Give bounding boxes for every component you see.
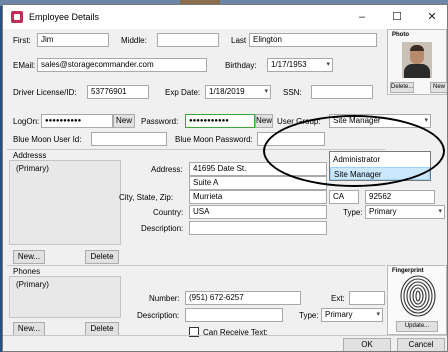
middle-name-label: Middle: xyxy=(121,36,147,45)
state-input[interactable]: CA xyxy=(329,190,359,204)
last-name-label: Last xyxy=(231,36,247,45)
address-label: Address: xyxy=(151,165,183,174)
ok-button[interactable]: OK xyxy=(343,338,391,351)
address-list-item[interactable]: (Primary) xyxy=(16,164,114,173)
first-name-label: First: xyxy=(13,36,31,45)
birthday-label: Birthday: xyxy=(225,61,257,70)
phone-number-label: Number: xyxy=(149,294,180,303)
license-label: Driver License/ID: xyxy=(13,88,77,97)
fingerprint-panel: Fingerprint Update... xyxy=(387,265,447,335)
employee-details-window: Employee Details – ☐ ✕ First: Jim Middle… xyxy=(2,4,448,352)
window-title: Employee Details xyxy=(29,12,100,22)
address-type-label: Type: xyxy=(343,208,363,217)
annotation-circle xyxy=(263,115,445,187)
address-type-select[interactable]: Primary ▾ xyxy=(365,205,445,219)
title-bar: Employee Details – ☐ ✕ xyxy=(3,5,447,29)
city-state-zip-label: City, State, Zip: xyxy=(119,193,174,202)
bluemoon-userid-label: Blue Moon User Id: xyxy=(13,135,82,144)
photo-new-button[interactable]: New xyxy=(430,82,447,93)
address-delete-button[interactable]: Delete xyxy=(85,250,119,264)
chevron-down-icon: ▾ xyxy=(326,61,330,68)
address-section-title: Addresss xyxy=(13,151,47,160)
first-name-input[interactable]: Jim xyxy=(37,33,109,47)
phone-description-label: Description: xyxy=(137,311,180,320)
last-name-input[interactable]: Elington xyxy=(249,33,377,47)
phone-number-input[interactable]: (951) 672-6257 xyxy=(185,291,301,305)
exp-date-label: Exp Date: xyxy=(165,88,201,97)
app-icon xyxy=(11,11,23,23)
chevron-down-icon: ▾ xyxy=(438,208,442,215)
fingerprint-icon xyxy=(400,275,436,317)
phone-new-button[interactable]: New... xyxy=(13,322,45,336)
employee-photo xyxy=(402,42,432,78)
chevron-down-icon: ▾ xyxy=(376,311,380,318)
middle-name-input[interactable] xyxy=(157,33,219,47)
password-new-button[interactable]: New xyxy=(255,114,273,128)
photo-panel: Photo Delete... New xyxy=(387,29,447,95)
email-input[interactable]: sales@storagecommander.com xyxy=(37,58,207,72)
maximize-button[interactable]: ☐ xyxy=(388,9,406,25)
address-list[interactable]: (Primary) xyxy=(9,160,121,245)
phone-type-select[interactable]: Primary ▾ xyxy=(321,308,383,322)
chevron-down-icon: ▾ xyxy=(424,117,428,124)
chevron-down-icon: ▾ xyxy=(264,88,268,95)
photo-label: Photo xyxy=(392,32,409,38)
phone-ext-input[interactable] xyxy=(349,291,385,305)
photo-delete-button[interactable]: Delete... xyxy=(390,82,414,93)
exp-date-value: 1/18/2019 xyxy=(209,87,245,96)
phone-ext-label: Ext: xyxy=(331,294,345,303)
phone-delete-button[interactable]: Delete xyxy=(85,322,119,336)
logon-input[interactable]: ●●●●●●●●●● xyxy=(41,114,113,128)
birthday-picker[interactable]: 1/17/1953 ▾ xyxy=(267,58,333,72)
footer-divider xyxy=(3,335,447,336)
bluemoon-userid-input[interactable] xyxy=(91,132,167,146)
email-label: EMail: xyxy=(13,61,36,70)
phone-list-item[interactable]: (Primary) xyxy=(16,280,114,289)
cancel-button[interactable]: Cancel xyxy=(397,338,445,351)
phone-description-input[interactable] xyxy=(185,308,283,322)
license-input[interactable]: 53776901 xyxy=(87,85,149,99)
country-input[interactable]: USA xyxy=(189,205,327,219)
logon-label: LogOn: xyxy=(13,117,40,126)
phone-type-value: Primary xyxy=(325,310,353,319)
address-description-label: Description: xyxy=(141,224,184,233)
address-type-value: Primary xyxy=(369,207,397,216)
birthday-value: 1/17/1953 xyxy=(271,60,307,69)
phone-type-label: Type: xyxy=(299,311,319,320)
phones-section-title: Phones xyxy=(13,267,41,276)
country-label: Country: xyxy=(153,208,184,217)
address-new-button[interactable]: New... xyxy=(13,250,45,264)
phones-divider xyxy=(7,265,385,266)
password-label: Password: xyxy=(141,117,179,126)
minimize-button[interactable]: – xyxy=(353,9,371,25)
logon-new-button[interactable]: New xyxy=(113,114,135,128)
phones-list[interactable]: (Primary) xyxy=(9,276,121,318)
ssn-input[interactable] xyxy=(311,85,373,99)
password-input[interactable]: ●●●●●●●●●●● xyxy=(185,114,255,128)
city-input[interactable]: Murrieta xyxy=(189,190,327,204)
exp-date-picker[interactable]: 1/18/2019 ▾ xyxy=(205,85,271,99)
address-description-input[interactable] xyxy=(189,221,327,235)
close-button[interactable]: ✕ xyxy=(423,9,441,25)
bluemoon-password-label: Blue Moon Password: xyxy=(175,135,253,144)
ssn-label: SSN: xyxy=(283,88,302,97)
zip-input[interactable]: 92562 xyxy=(365,190,435,204)
fingerprint-update-button[interactable]: Update... xyxy=(396,321,438,332)
